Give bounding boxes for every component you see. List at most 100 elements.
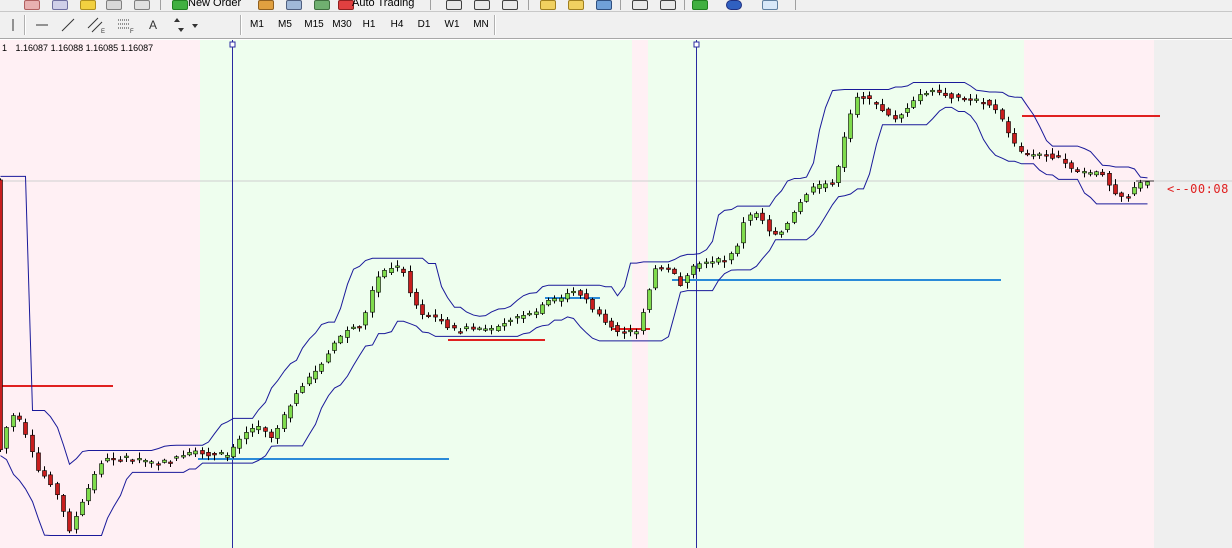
market-watch-icon[interactable] [106,0,122,10]
arrow-shapes-dropdown-icon[interactable] [170,16,200,34]
candlestick-chart-icon[interactable] [474,0,490,10]
bear-candle [615,325,620,332]
toolbar-separator [684,0,685,10]
fibonacci-retracement-icon[interactable]: F [116,16,136,35]
bear-candle [943,92,948,96]
bull-candle [1138,182,1143,189]
bear-candle [1063,158,1068,164]
timeframe-h1-button[interactable]: H1 [359,16,379,34]
bear-candle [17,415,22,420]
vertical-line-handle [693,41,700,48]
bear-candle [0,179,3,451]
bear-candle [1113,184,1118,195]
bear-candle [61,495,66,512]
templates-icon[interactable] [762,0,778,10]
timeframe-h4-button[interactable]: H4 [386,16,408,34]
navigator-icon[interactable] [134,0,150,10]
bear-candle [937,89,942,93]
timeframe-d1-button[interactable]: D1 [414,16,434,34]
text-tool[interactable]: A [146,16,160,34]
bear-candle [1056,155,1061,158]
bull-candle [395,265,400,268]
toolbar-separator [795,0,796,10]
bull-candle [231,446,236,458]
timeframe-m1-button[interactable]: M1 [246,16,268,34]
bear-candle [48,474,53,486]
bear-candle [1119,192,1124,197]
new-order-icon[interactable] [172,0,188,10]
experts-icon[interactable] [286,0,302,10]
indicators-icon[interactable] [692,0,708,10]
auto-trading-button[interactable]: Auto Trading [352,0,414,9]
bull-candle [842,136,847,168]
bull-candle [489,327,494,331]
bear-candle [1100,171,1105,176]
bear-candle [1000,109,1005,120]
new-order-button[interactable]: New Order [188,0,241,9]
bull-candle [313,370,318,380]
timeframe-m15-button[interactable]: M15 [301,16,327,34]
bull-candle [1082,171,1087,174]
cursor-tool-icon[interactable] [8,16,18,34]
profiles-icon[interactable] [52,0,68,10]
bull-candle [716,258,721,263]
bear-candle [1126,196,1131,199]
bear-candle [445,319,450,329]
new-chart-icon[interactable] [24,0,40,10]
bear-candle [760,212,765,221]
bull-candle [918,94,923,102]
bear-candle [968,98,973,101]
bull-candle [685,275,690,283]
autoscroll-icon[interactable] [660,0,676,10]
bull-candle [92,473,97,491]
bear-candle [622,331,627,334]
bull-candle [691,265,696,275]
bull-candle [653,268,658,289]
metaeditor-icon[interactable] [258,0,274,10]
zoom-out-icon[interactable] [568,0,584,10]
bear-candle [471,326,476,330]
bull-candle [546,299,551,306]
periods-icon[interactable] [726,0,742,10]
chart-shift-icon[interactable] [632,0,648,10]
bull-candle [855,96,860,115]
bar-chart-icon[interactable] [446,0,462,10]
zoom-in-icon[interactable] [540,0,556,10]
tile-windows-icon[interactable] [596,0,612,10]
bear-candle [893,115,898,120]
bear-candle [452,325,457,329]
bull-candle [181,455,186,458]
bull-candle [811,186,816,193]
terminal-icon[interactable] [314,0,330,10]
symbol-suffix: 1 [2,43,8,53]
bull-candle [389,268,394,273]
bull-candle [508,319,513,322]
bear-candle [263,427,268,432]
chart-window[interactable]: 1 1.16087 1.16088 1.16085 1.16087 <--00:… [0,40,1232,548]
timeframe-m30-button[interactable]: M30 [330,16,354,34]
bull-candle [647,289,652,310]
timeframe-mn-button[interactable]: MN [470,16,492,34]
timeframe-m5-button[interactable]: M5 [274,16,296,34]
drawing-timeframe-toolbar: E F A M1 M5 M15 M30 H1 H4 D1 W1 MN [0,12,1232,39]
bear-candle [433,314,438,318]
bear-candle [1019,146,1024,152]
bull-candle [634,331,639,335]
svg-text:E: E [101,29,105,34]
timeframe-w1-button[interactable]: W1 [442,16,462,34]
bull-candle [710,261,715,264]
bull-candle [193,450,198,455]
bear-candle [867,95,872,99]
horizontal-line-icon[interactable] [34,16,50,34]
bear-candle [212,453,217,456]
trendline-icon[interactable] [60,16,76,34]
chart-shift-area [1154,40,1232,548]
bull-candle [4,427,9,449]
price-chart[interactable] [0,40,1232,548]
equidistant-channel-icon[interactable]: E [86,16,106,35]
bear-candle [401,268,406,273]
favorites-star-icon[interactable] [80,0,96,10]
line-chart-icon[interactable] [502,0,518,10]
bull-candle [924,93,929,96]
bull-candle [80,501,85,516]
